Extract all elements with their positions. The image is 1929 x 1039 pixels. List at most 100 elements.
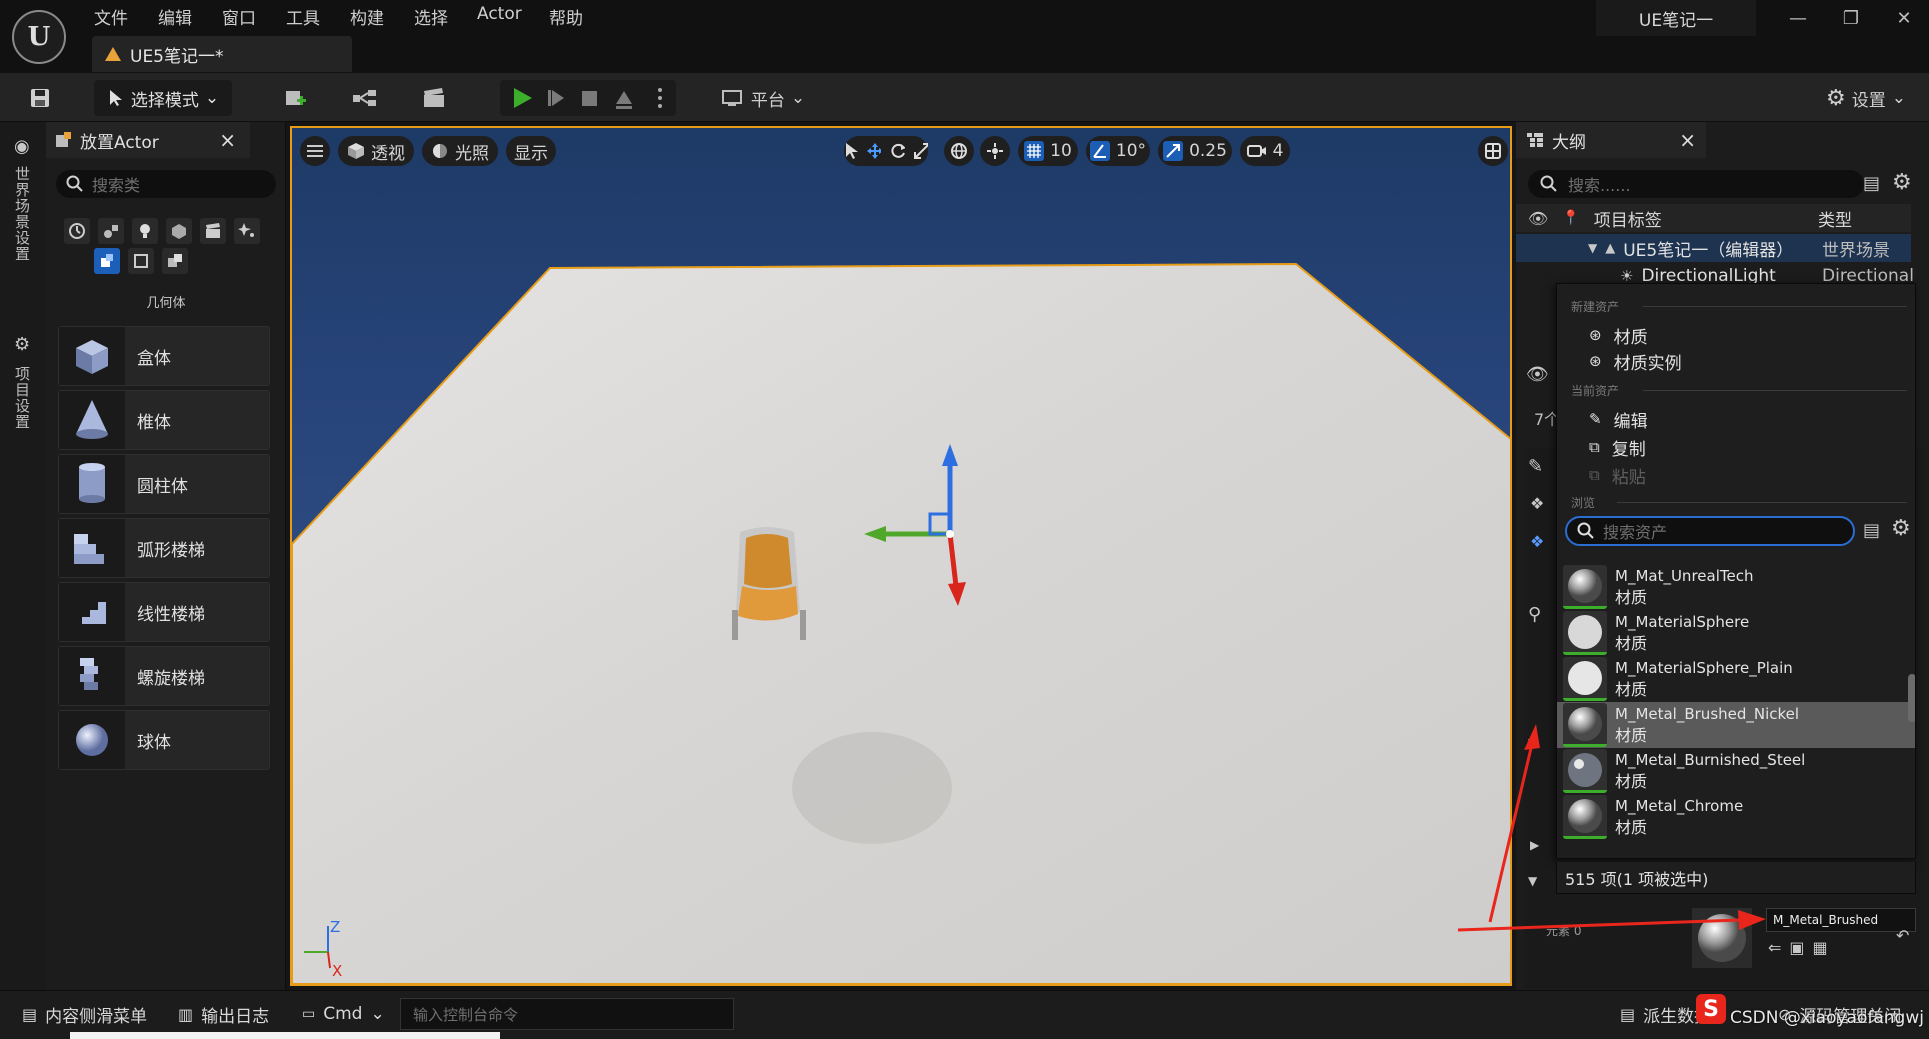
save-button[interactable] — [22, 80, 58, 116]
category-label: 几何体 — [146, 296, 186, 311]
gear-icon[interactable]: ⚙ — [1892, 170, 1912, 195]
edit-item[interactable]: ✎ 编辑 — [1589, 406, 1648, 432]
actor-item-box[interactable]: 盒体 — [58, 326, 270, 386]
level-viewport[interactable]: 透视 光照 显示 10 10° 0.25 4 Z X — [290, 126, 1512, 986]
checker-icon[interactable]: ▦ — [1813, 938, 1836, 957]
asset-row[interactable]: M_Mat_UnrealTech 材质 — [1557, 564, 1915, 610]
shapes-icon[interactable] — [166, 218, 192, 244]
menu-actor[interactable]: Actor — [477, 4, 522, 26]
asset-row[interactable]: M_MaterialSphere_Plain 材质 — [1557, 656, 1915, 702]
menu-file[interactable]: 文件 — [94, 4, 128, 29]
viewport-options-button[interactable] — [300, 136, 330, 166]
actor-item-curved-stairs[interactable]: 弧形楼梯 — [58, 518, 270, 578]
asset-list-scrollbar[interactable] — [1908, 674, 1915, 722]
camera-speed-button[interactable]: 4 — [1240, 136, 1290, 166]
cinematics-button[interactable] — [410, 80, 460, 116]
volumes-icon[interactable] — [128, 248, 154, 274]
progress-strip — [70, 1032, 500, 1039]
reset-arrow-icon[interactable]: ↶ — [1896, 926, 1909, 945]
move-tool-icon[interactable] — [866, 142, 882, 160]
visibility-icon[interactable]: 👁 — [1526, 364, 1549, 385]
rotation-snap-toggle[interactable]: 10° — [1086, 136, 1150, 166]
selection-mode-dropdown[interactable]: 选择模式 ⌄ — [94, 80, 232, 116]
cinematic-icon[interactable] — [200, 218, 226, 244]
menu-help[interactable]: 帮助 — [549, 4, 583, 29]
settings-dropdown[interactable]: ⚙ 设置 ⌄ — [1816, 80, 1916, 116]
cmd-dropdown[interactable]: ▭ Cmd ⌄ — [302, 999, 385, 1029]
scale-snap-toggle[interactable]: 0.25 — [1158, 136, 1232, 166]
add-actor-button[interactable] — [270, 80, 320, 116]
lights-icon[interactable] — [132, 218, 158, 244]
material-slot-dropdown[interactable]: M_Metal_Brushed — [1766, 908, 1916, 932]
surface-snap-button[interactable] — [980, 136, 1010, 166]
close-window-button[interactable]: ✕ — [1889, 8, 1919, 30]
use-selected-icon[interactable]: ⇐ — [1768, 938, 1789, 957]
scale-tool-icon[interactable] — [913, 142, 928, 160]
platforms-dropdown[interactable]: 平台 ⌄ — [712, 80, 814, 116]
minimize-button[interactable]: — — [1783, 8, 1813, 30]
outliner-tab[interactable]: 大纲 × — [1516, 122, 1706, 158]
copy-item[interactable]: ⧉ 复制 — [1589, 434, 1646, 460]
maximize-button[interactable]: ❐ — [1836, 8, 1866, 30]
show-flags-button[interactable]: 显示 — [506, 136, 556, 166]
asset-search-input[interactable]: 搜索资产 — [1565, 516, 1855, 546]
lighting-mode-button[interactable]: 光照 — [422, 136, 498, 166]
expand-arrow-icon[interactable]: ▼ — [1588, 241, 1597, 255]
console-command-input[interactable]: 输入控制台命令 — [400, 998, 734, 1030]
world-settings-tab[interactable]: 世界场景设置 — [12, 166, 33, 262]
visibility-icon[interactable]: 👁 — [1528, 209, 1548, 228]
unreal-logo-icon[interactable]: U — [12, 10, 66, 64]
select-tool-icon[interactable] — [844, 142, 858, 160]
output-log-button[interactable]: ▥ 输出日志 — [178, 999, 269, 1029]
chevron-down-icon: ⌄ — [1891, 88, 1906, 108]
grid-snap-value: 10 — [1050, 141, 1072, 161]
project-settings-tab[interactable]: 项目设置 — [12, 366, 33, 430]
class-search-input[interactable]: 搜索类 — [56, 170, 276, 198]
outliner-search-input[interactable]: 搜索...... — [1528, 170, 1864, 198]
basic-icon[interactable] — [98, 218, 124, 244]
browse-folder-icon[interactable]: ▣ — [1789, 938, 1812, 957]
material-icon: ⊛ — [1589, 326, 1602, 344]
asset-row[interactable]: M_MaterialSphere 材质 — [1557, 610, 1915, 656]
actor-item-sphere[interactable]: 球体 — [58, 710, 270, 770]
actor-item-cylinder[interactable]: 圆柱体 — [58, 454, 270, 514]
actor-item-spiral-stairs[interactable]: 螺旋楼梯 — [58, 646, 270, 706]
menu-edit[interactable]: 编辑 — [158, 4, 192, 29]
pin-icon[interactable]: 📍 — [1562, 210, 1579, 226]
new-material-instance-item[interactable]: ⊛ 材质实例 — [1589, 348, 1682, 374]
new-material-item[interactable]: ⊛ 材质 — [1589, 322, 1648, 348]
folder-icon[interactable]: ▤ — [1863, 520, 1880, 541]
column-item-label[interactable]: 项目标签 — [1594, 206, 1662, 231]
transform-gizmo[interactable] — [852, 438, 1012, 608]
recent-icon[interactable] — [64, 218, 90, 244]
search-icon[interactable]: ⚲ — [1528, 604, 1541, 625]
grid-snap-toggle[interactable]: 10 — [1018, 136, 1078, 166]
geometry-icon[interactable] — [94, 248, 120, 274]
close-icon[interactable]: × — [219, 128, 236, 152]
close-icon[interactable]: × — [1679, 128, 1696, 152]
title-bar: U 文件 编辑 窗口 工具 构建 选择 Actor 帮助 UE5笔记一* UE笔… — [0, 0, 1929, 72]
content-drawer-button[interactable]: ▤ 内容侧滑菜单 — [22, 999, 147, 1029]
gear-icon[interactable]: ⚙ — [1891, 516, 1911, 541]
blueprint-button[interactable] — [340, 80, 390, 116]
world-space-button[interactable] — [944, 136, 974, 166]
menu-build[interactable]: 构建 — [350, 4, 384, 29]
all-classes-icon[interactable] — [162, 248, 188, 274]
outliner-row-world[interactable]: ▼ ▲ UE5笔记一（编辑器） 世界场景 — [1516, 234, 1911, 262]
actor-item-label: 椎体 — [137, 412, 171, 433]
rotate-tool-icon[interactable] — [889, 142, 905, 160]
visual-effects-icon[interactable] — [234, 218, 260, 244]
viewport-layout-button[interactable] — [1478, 136, 1508, 166]
menu-window[interactable]: 窗口 — [222, 4, 256, 29]
menu-select[interactable]: 选择 — [414, 4, 448, 29]
add-folder-icon[interactable]: ▤ — [1863, 173, 1880, 194]
gear-icon: ⚙ — [1826, 85, 1846, 111]
menu-tools[interactable]: 工具 — [286, 4, 320, 29]
column-type[interactable]: 类型 — [1818, 206, 1852, 231]
actor-item-cone[interactable]: 椎体 — [58, 390, 270, 450]
actor-item-linear-stairs[interactable]: 线性楼梯 — [58, 582, 270, 642]
place-actors-tab[interactable]: 放置Actor × — [46, 122, 250, 158]
outliner-column-header: 👁 📍 项目标签 类型 — [1516, 204, 1911, 232]
level-tab[interactable]: UE5笔记一* — [92, 36, 352, 72]
perspective-button[interactable]: 透视 — [338, 136, 414, 166]
